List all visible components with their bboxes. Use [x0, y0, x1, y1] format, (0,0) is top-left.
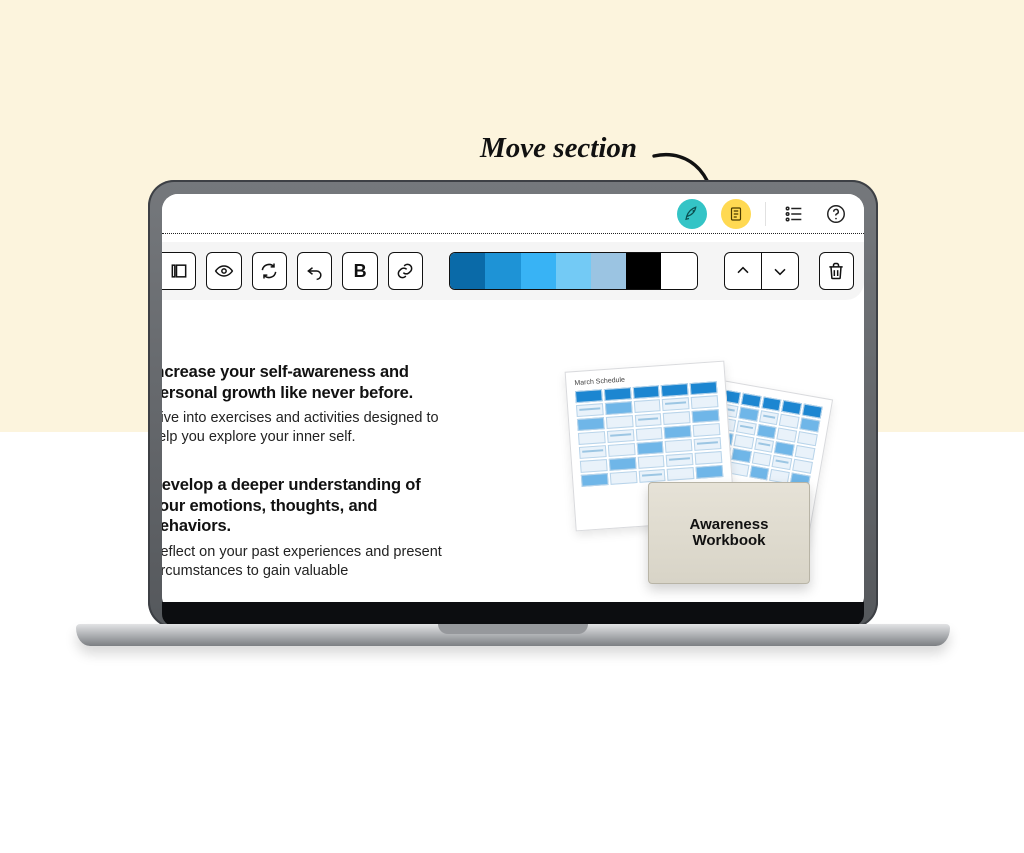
text-column: Increase your self-awareness and persona…: [162, 362, 460, 609]
chevron-up-icon: [733, 261, 753, 281]
swatch-2[interactable]: [485, 253, 520, 289]
move-down-button[interactable]: [762, 252, 799, 290]
leftbar-button[interactable]: [162, 252, 196, 290]
heading-1[interactable]: Increase your self-awareness and persona…: [162, 362, 460, 403]
trash-icon: [826, 261, 846, 281]
laptop-mockup: B: [148, 180, 878, 668]
refresh-icon: [259, 261, 279, 281]
workbook-illustration: March Schedule: [556, 372, 846, 602]
swatch-3[interactable]: [521, 253, 556, 289]
color-swatch-strip: [449, 252, 697, 290]
editor-toolbar: B: [162, 242, 864, 300]
page-content[interactable]: Increase your self-awareness and persona…: [162, 306, 864, 612]
move-section-group: [724, 252, 799, 290]
body-2[interactable]: Reflect on your past experiences and pre…: [162, 543, 460, 581]
checklist-button[interactable]: [780, 200, 808, 228]
top-app-bar: [162, 194, 864, 234]
laptop-lid: B: [148, 180, 878, 628]
workbook-title: Awareness Workbook: [690, 517, 769, 550]
swatch-4[interactable]: [556, 253, 591, 289]
eye-icon: [214, 261, 234, 281]
app-screen: B: [162, 194, 864, 612]
undo-icon: [305, 261, 325, 281]
list-icon: [783, 203, 805, 225]
page-icon: [727, 205, 745, 223]
rocket-icon: [683, 205, 701, 223]
laptop-base: [148, 602, 878, 644]
delete-button[interactable]: [819, 252, 854, 290]
swatch-7[interactable]: [661, 253, 696, 289]
bold-button[interactable]: B: [342, 252, 377, 290]
swatch-6[interactable]: [626, 253, 661, 289]
leftbar-icon: [169, 261, 189, 281]
page-button[interactable]: [721, 199, 751, 229]
heading-2[interactable]: Develop a deeper understanding of your e…: [162, 475, 460, 537]
undo-button[interactable]: [297, 252, 332, 290]
promo-canvas: Move section: [0, 0, 1024, 853]
workbook-box: Awareness Workbook: [648, 482, 810, 584]
preview-button[interactable]: [206, 252, 241, 290]
move-up-button[interactable]: [724, 252, 762, 290]
swatch-5[interactable]: [591, 253, 626, 289]
link-button[interactable]: [388, 252, 423, 290]
refresh-button[interactable]: [252, 252, 287, 290]
help-icon: [825, 203, 847, 225]
topbar-divider: [765, 202, 766, 226]
chevron-down-icon: [770, 261, 790, 281]
annotation-label: Move section: [480, 132, 637, 165]
rocket-button[interactable]: [677, 199, 707, 229]
swatch-1[interactable]: [450, 253, 485, 289]
link-icon: [395, 261, 415, 281]
body-1[interactable]: Dive into exercises and activities desig…: [162, 409, 460, 447]
help-button[interactable]: [822, 200, 850, 228]
